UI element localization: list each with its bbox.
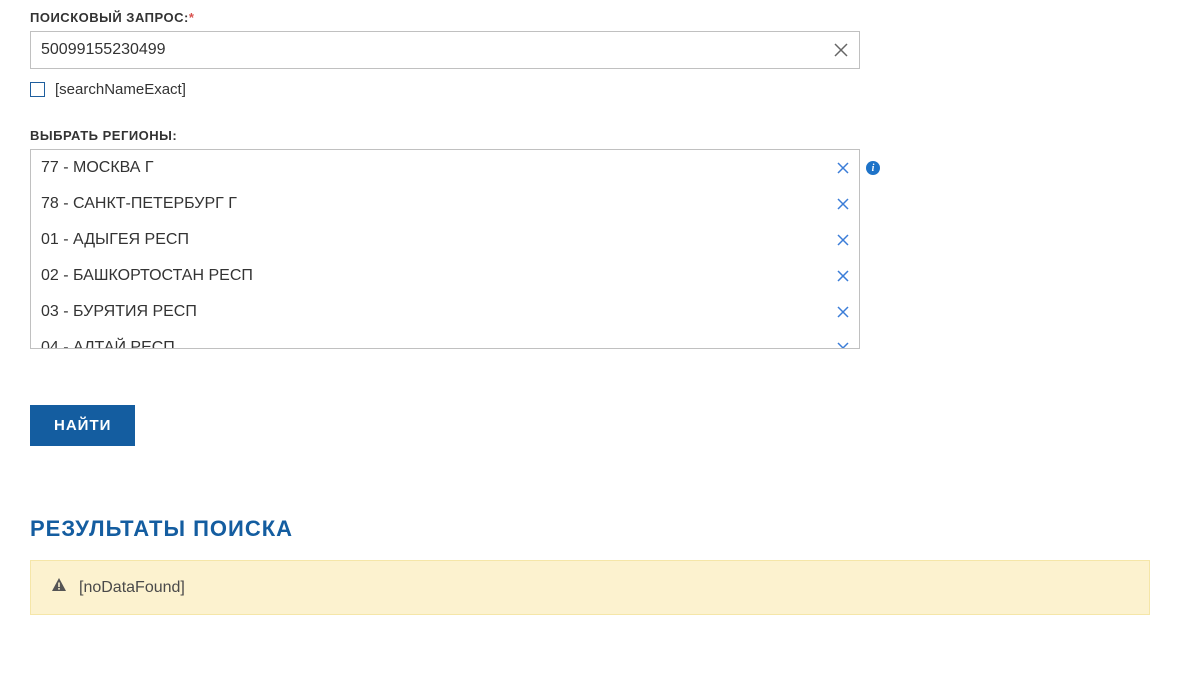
exact-search-checkbox[interactable]: [30, 82, 45, 97]
region-remove-button[interactable]: [837, 234, 849, 246]
regions-label: ВЫБРАТЬ РЕГИОНЫ:: [30, 128, 1169, 143]
region-remove-button[interactable]: [837, 198, 849, 210]
exact-search-row: [searchNameExact]: [30, 81, 1169, 98]
warning-icon: [51, 577, 67, 598]
region-remove-button[interactable]: [837, 270, 849, 282]
region-item[interactable]: 77 - МОСКВА Г: [31, 150, 859, 186]
search-input[interactable]: [31, 33, 823, 67]
regions-group: ВЫБРАТЬ РЕГИОНЫ: 77 - МОСКВА Г 78 - САНКТ…: [30, 128, 1169, 349]
close-icon: [834, 43, 848, 57]
search-query-label: ПОИСКОВЫЙ ЗАПРОС:*: [30, 10, 1169, 25]
close-icon: [837, 162, 849, 174]
region-item[interactable]: 04 - АЛТАЙ РЕСП: [31, 330, 859, 349]
regions-wrapper: 77 - МОСКВА Г 78 - САНКТ-ПЕТЕРБУРГ Г 01 - …: [30, 149, 1169, 349]
close-icon: [837, 342, 849, 349]
region-item-label: 03 - БУРЯТИЯ РЕСП: [41, 303, 197, 321]
search-button[interactable]: НАЙТИ: [30, 405, 135, 446]
region-item[interactable]: 01 - АДЫГЕЯ РЕСП: [31, 222, 859, 258]
no-data-alert: [noDataFound]: [30, 560, 1150, 615]
required-mark: *: [189, 10, 195, 25]
region-item[interactable]: 78 - САНКТ-ПЕТЕРБУРГ Г: [31, 186, 859, 222]
close-icon: [837, 234, 849, 246]
region-item-label: 01 - АДЫГЕЯ РЕСП: [41, 231, 189, 249]
search-query-group: ПОИСКОВЫЙ ЗАПРОС:*: [30, 10, 1169, 69]
region-item-label: 02 - БАШКОРТОСТАН РЕСП: [41, 267, 253, 285]
close-icon: [837, 306, 849, 318]
results-heading: РЕЗУЛЬТАТЫ ПОИСКА: [30, 516, 1169, 542]
search-label-text: ПОИСКОВЫЙ ЗАПРОС:: [30, 10, 189, 25]
close-icon: [837, 270, 849, 282]
regions-listbox[interactable]: 77 - МОСКВА Г 78 - САНКТ-ПЕТЕРБУРГ Г 01 - …: [30, 149, 860, 349]
region-item[interactable]: 03 - БУРЯТИЯ РЕСП: [31, 294, 859, 330]
info-icon[interactable]: i: [866, 161, 880, 175]
region-item-label: 78 - САНКТ-ПЕТЕРБУРГ Г: [41, 195, 237, 213]
region-item-label: 04 - АЛТАЙ РЕСП: [41, 339, 175, 349]
region-remove-button[interactable]: [837, 306, 849, 318]
region-item[interactable]: 02 - БАШКОРТОСТАН РЕСП: [31, 258, 859, 294]
region-remove-button[interactable]: [837, 162, 849, 174]
region-item-label: 77 - МОСКВА Г: [41, 159, 154, 177]
search-input-wrapper: [30, 31, 860, 69]
exact-search-label: [searchNameExact]: [55, 81, 186, 98]
clear-search-button[interactable]: [823, 43, 859, 57]
no-data-text: [noDataFound]: [79, 579, 185, 597]
region-remove-button[interactable]: [837, 342, 849, 349]
close-icon: [837, 198, 849, 210]
